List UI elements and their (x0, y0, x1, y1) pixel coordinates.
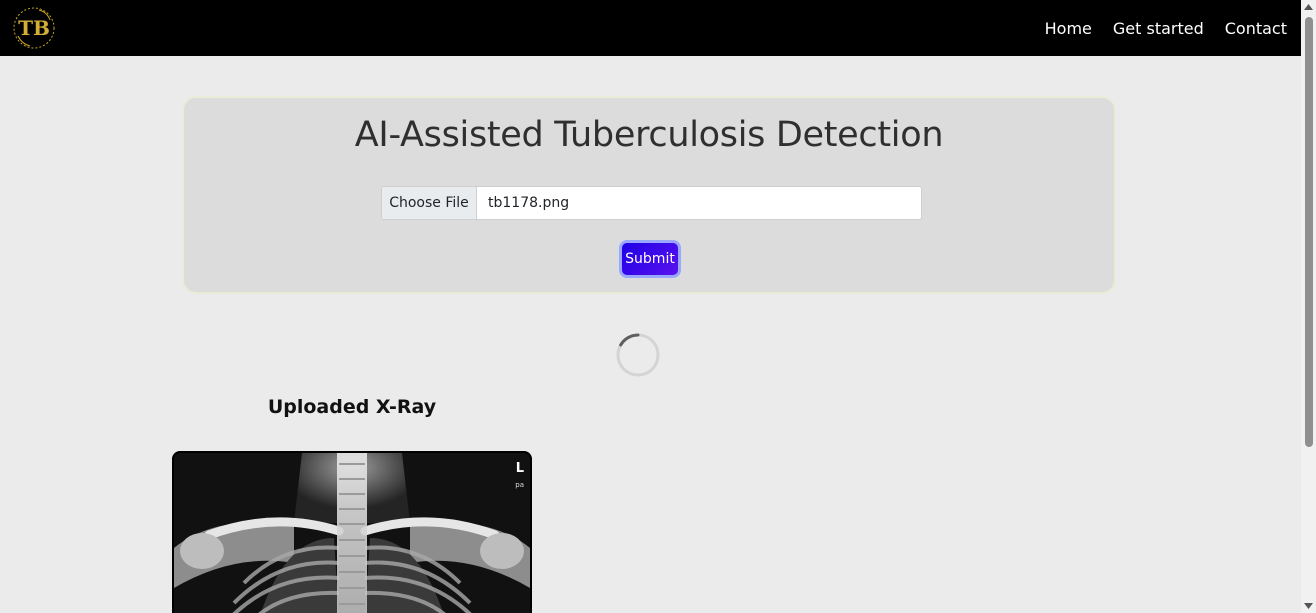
upload-card: AI-Assisted Tuberculosis Detection Choos… (182, 96, 1116, 294)
loading-spinner-icon (616, 333, 660, 377)
scroll-up-arrow-icon[interactable] (1301, 0, 1316, 14)
nav-link-get-started[interactable]: Get started (1113, 19, 1204, 38)
submit-button[interactable]: Submit (619, 240, 681, 278)
nav-link-home[interactable]: Home (1045, 19, 1092, 38)
scroll-down-arrow-icon[interactable] (1301, 599, 1316, 613)
uploaded-xray-image: L pa (172, 451, 532, 613)
page-scrollbar[interactable] (1301, 0, 1316, 613)
tb-logo[interactable]: TB (12, 6, 56, 50)
logo-emblem-icon: TB (13, 7, 55, 49)
page: TB Home Get started Contact AI-Assisted … (0, 0, 1316, 613)
chest-xray-graphic (174, 453, 530, 613)
page-title: AI-Assisted Tuberculosis Detection (354, 115, 944, 155)
scrollbar-thumb[interactable] (1305, 17, 1313, 447)
choose-file-button[interactable]: Choose File (382, 187, 477, 219)
xray-side-marker: L (515, 461, 524, 476)
uploaded-xray-heading: Uploaded X-Ray (267, 396, 437, 418)
xray-view-marker: pa (515, 481, 524, 489)
navbar: TB Home Get started Contact (0, 0, 1301, 56)
selected-file-name: tb1178.png (488, 195, 570, 211)
nav-links: Home Get started Contact (1024, 19, 1287, 38)
logo-text: TB (18, 16, 50, 40)
nav-link-contact[interactable]: Contact (1225, 19, 1287, 38)
file-input[interactable]: Choose File tb1178.png (381, 186, 922, 220)
